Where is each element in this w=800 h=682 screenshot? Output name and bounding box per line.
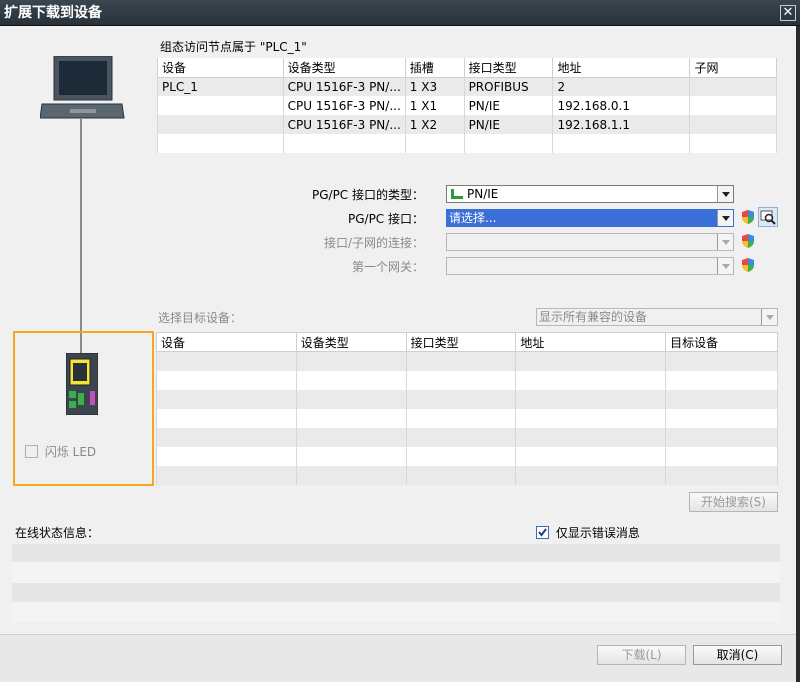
table-row <box>156 427 778 447</box>
subnet-connection-label: 接口/子网的连接： <box>323 236 424 250</box>
col-device: 设备 <box>156 332 297 352</box>
online-status-label: 在线状态信息： <box>15 526 100 540</box>
shield-icon[interactable] <box>740 233 756 249</box>
target-filter-select[interactable]: 显示所有兼容的设备 <box>536 308 778 326</box>
cell-subnet <box>689 77 777 96</box>
cell-device <box>157 115 284 134</box>
cell-slot: 1 X2 <box>404 115 465 134</box>
chevron-down-icon[interactable] <box>717 258 733 274</box>
table-row <box>156 351 778 371</box>
pgpc-interface-label: PG/PC 接口： <box>347 212 424 226</box>
cell-address: 2 <box>552 77 691 96</box>
cell-device: PLC_1 <box>157 77 284 96</box>
col-subnet: 子网 <box>689 58 777 78</box>
start-search-button[interactable]: 开始搜索(S) <box>689 492 778 512</box>
chevron-down-icon[interactable] <box>761 309 777 325</box>
col-device-type: 设备类型 <box>295 332 407 352</box>
table-row[interactable]: CPU 1516F-3 PN/... 1 X1 PN/IE 192.168.0.… <box>157 96 777 115</box>
target-device-highlight <box>13 331 154 486</box>
col-interface-type: 接口类型 <box>463 58 554 78</box>
errors-only-label: 仅显示错误消息 <box>555 526 640 540</box>
cell-slot: 1 X3 <box>404 77 465 96</box>
window-titlebar: 扩展下载到设备 ✕ <box>0 0 800 26</box>
table-row <box>156 446 778 466</box>
laptop-icon <box>40 56 125 119</box>
cancel-button[interactable]: 取消(C) <box>693 645 782 665</box>
dialog-body: 闪烁 LED 组态访问节点属于 "PLC_1" 设备 设备类型 插槽 接口类型 … <box>0 26 796 682</box>
status-message-list <box>12 544 780 622</box>
col-interface-type: 接口类型 <box>405 332 517 352</box>
cell-address: 192.168.1.1 <box>552 115 691 134</box>
cell-device-type: CPU 1516F-3 PN/... <box>282 77 406 96</box>
target-table-header: 设备 设备类型 接口类型 地址 目标设备 <box>156 332 778 352</box>
target-table: 设备 设备类型 接口类型 地址 目标设备 <box>156 332 778 485</box>
config-heading: 组态访问节点属于 "PLC_1" <box>160 40 307 54</box>
col-address: 地址 <box>552 58 691 78</box>
config-table-header: 设备 设备类型 插槽 接口类型 地址 子网 <box>157 58 777 78</box>
col-address: 地址 <box>515 332 667 352</box>
shield-icon[interactable] <box>740 209 756 225</box>
window-title: 扩展下载到设备 <box>4 5 102 21</box>
magnifier-icon <box>760 210 776 225</box>
col-target-device: 目标设备 <box>665 332 778 352</box>
chevron-down-icon[interactable] <box>717 186 733 202</box>
flash-led-checkbox[interactable]: 闪烁 LED <box>25 443 96 460</box>
table-row <box>156 465 778 485</box>
col-device-type: 设备类型 <box>282 58 406 78</box>
table-row[interactable]: PLC_1 CPU 1516F-3 PN/... 1 X3 PROFIBUS 2 <box>157 77 777 96</box>
pgpc-type-value: PN/IE <box>467 187 499 201</box>
cell-interface-type: PN/IE <box>463 96 554 115</box>
pgpc-interface-select[interactable]: 请选择... <box>446 209 734 227</box>
pgpc-type-label: PG/PC 接口的类型： <box>311 188 424 202</box>
col-device: 设备 <box>157 58 284 78</box>
subnet-connection-select[interactable] <box>446 233 734 251</box>
table-row <box>156 408 778 428</box>
close-icon[interactable]: ✕ <box>780 5 796 21</box>
first-gateway-label: 第一个网关： <box>351 260 424 274</box>
cell-device-type: CPU 1516F-3 PN/... <box>282 96 406 115</box>
cell-address: 192.168.0.1 <box>552 96 691 115</box>
shield-icon[interactable] <box>740 257 756 273</box>
cell-device <box>157 96 284 115</box>
cell-slot: 1 X1 <box>404 96 465 115</box>
cell-interface-type: PROFIBUS <box>463 77 554 96</box>
errors-only-checkbox[interactable]: 仅显示错误消息 <box>536 524 640 541</box>
properties-button[interactable] <box>758 207 778 227</box>
target-filter-value: 显示所有兼容的设备 <box>539 310 648 324</box>
network-icon <box>451 189 463 199</box>
connection-line <box>80 118 82 354</box>
table-row[interactable]: CPU 1516F-3 PN/... 1 X2 PN/IE 192.168.1.… <box>157 115 777 134</box>
cell-interface-type: PN/IE <box>463 115 554 134</box>
pgpc-type-select[interactable]: PN/IE <box>446 185 734 203</box>
table-row <box>156 370 778 390</box>
col-slot: 插槽 <box>404 58 465 78</box>
first-gateway-select[interactable] <box>446 257 734 275</box>
download-button[interactable]: 下载(L) <box>597 645 686 665</box>
chevron-down-icon[interactable] <box>717 210 733 226</box>
flash-led-label: 闪烁 LED <box>44 445 97 459</box>
pgpc-interface-value: 请选择... <box>449 211 497 225</box>
table-row <box>157 134 777 153</box>
config-table: 设备 设备类型 插槽 接口类型 地址 子网 PLC_1 CPU 1516F-3 … <box>157 58 777 153</box>
table-row <box>156 389 778 409</box>
cell-device-type: CPU 1516F-3 PN/... <box>282 115 406 134</box>
checkbox-checked-icon <box>536 526 549 539</box>
cell-subnet <box>689 115 777 134</box>
cell-subnet <box>689 96 777 115</box>
select-target-label: 选择目标设备： <box>158 311 243 325</box>
chevron-down-icon[interactable] <box>717 234 733 250</box>
